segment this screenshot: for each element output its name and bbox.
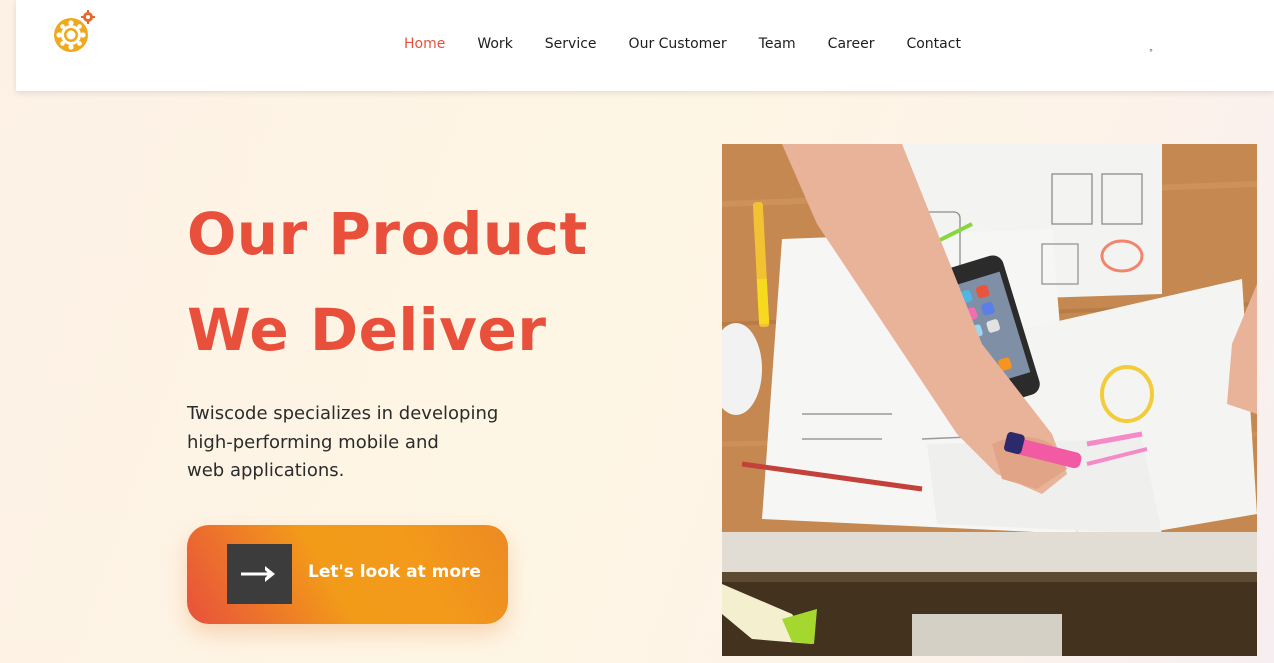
nav-work[interactable]: Work (477, 36, 512, 52)
logo-gear-icon[interactable] (50, 10, 96, 56)
nav-contact[interactable]: Contact (906, 36, 960, 52)
hero-desc-line-3: web applications. (187, 460, 345, 481)
hero-desc-line-1: Twiscode specializes in developing (187, 403, 499, 424)
nav-team[interactable]: Team (759, 36, 796, 52)
hero-photo-workspace (722, 144, 1257, 656)
hero-desc-line-2: high-performing mobile and (187, 431, 439, 453)
hero-title: Our Product We Deliver (187, 186, 588, 378)
hero-description: Twiscode specializes in developing high-… (187, 400, 527, 486)
nav-our-customer[interactable]: Our Customer (629, 36, 727, 52)
lets-look-at-more-button[interactable]: Let's look at more (187, 525, 508, 624)
navbar: Home Work Service Our Customer Team Care… (16, 0, 1274, 91)
hero-title-line-2: We Deliver (187, 296, 547, 364)
nav-extra-glyph: ° (1149, 48, 1153, 57)
cta-arrow-box (227, 544, 292, 604)
nav-home[interactable]: Home (404, 36, 445, 52)
hero-title-line-1: Our Product (187, 200, 588, 268)
cta-label: Let's look at more (308, 562, 481, 582)
nav-service[interactable]: Service (545, 36, 597, 52)
right-arrow-icon (241, 566, 275, 582)
nav-career[interactable]: Career (828, 36, 875, 52)
main-nav: Home Work Service Our Customer Team Care… (404, 36, 993, 52)
